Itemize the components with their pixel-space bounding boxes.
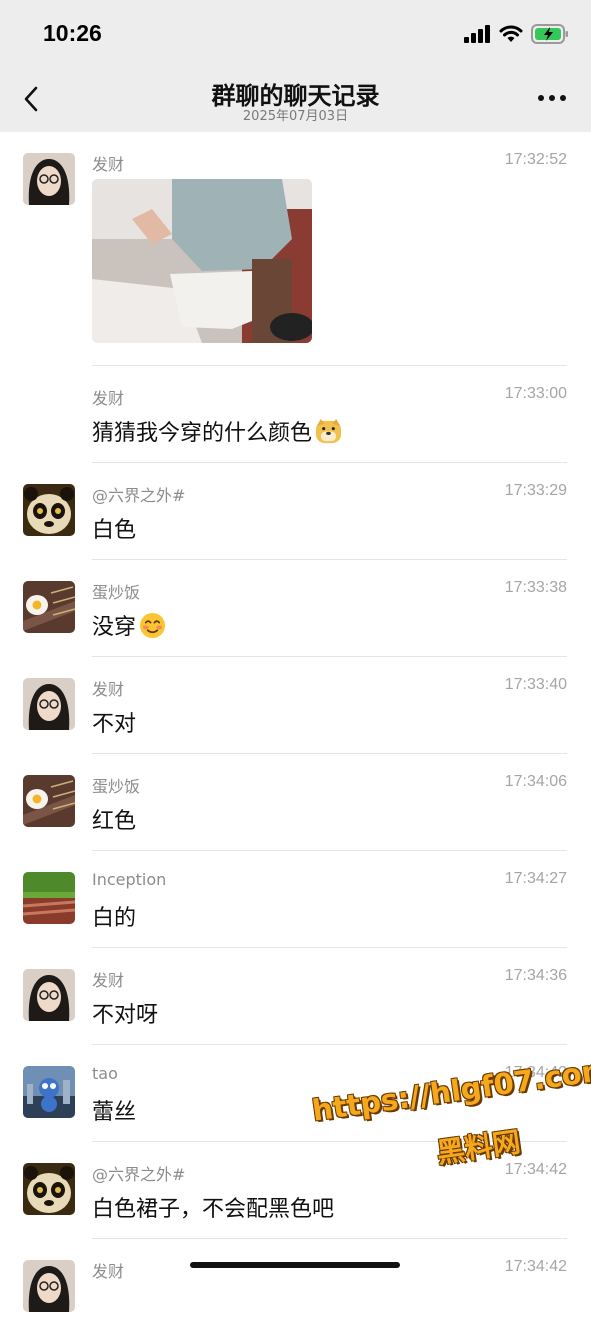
sender-name: @六界之外# — [92, 486, 186, 505]
avatar[interactable] — [23, 1260, 75, 1312]
battery-charging-icon — [531, 24, 568, 44]
avatar[interactable] — [23, 872, 75, 924]
sender-name: 蛋炒饭 — [92, 777, 141, 796]
status-time: 10:26 — [43, 20, 102, 46]
list-item[interactable]: Inception 17:34:27 白的 — [0, 851, 591, 948]
page-subtitle-date: 2025年07月03日 — [242, 109, 349, 124]
sender-name: 发财 — [92, 1262, 125, 1281]
message-time: 17:32:52 — [504, 151, 567, 168]
avatar[interactable] — [23, 1163, 75, 1215]
list-item[interactable]: 发财 17:33:40 不对 — [0, 657, 591, 754]
sender-name: 蛋炒饭 — [92, 583, 141, 602]
list-item[interactable]: 蛋炒饭 17:34:06 红色 — [0, 754, 591, 851]
message-time: 17:34:42 — [504, 1258, 567, 1275]
avatar[interactable] — [23, 581, 75, 633]
signal-icon — [464, 25, 490, 43]
message-text: 白色 — [92, 518, 137, 543]
sender-name: 发财 — [92, 389, 125, 408]
avatar[interactable] — [23, 153, 75, 205]
list-item[interactable]: 发财 17:34:36 不对呀 — [0, 948, 591, 1045]
message-time: 17:33:00 — [504, 385, 567, 402]
sender-name: 发财 — [92, 971, 125, 990]
message-time: 17:34:06 — [504, 773, 567, 790]
avatar[interactable] — [23, 969, 75, 1021]
message-text: 没穿 — [92, 615, 137, 640]
message-time: 17:33:29 — [504, 482, 567, 499]
avatar[interactable] — [23, 1066, 75, 1118]
avatar[interactable] — [23, 775, 75, 827]
sender-name: 发财 — [92, 155, 125, 174]
shared-photo[interactable] — [92, 179, 312, 343]
status-icons — [464, 24, 569, 44]
wifi-icon — [499, 25, 523, 42]
list-item[interactable]: 蛋炒饭 17:33:38 没穿 — [0, 560, 591, 657]
message-time: 17:33:38 — [504, 579, 567, 596]
message-time: 17:33:40 — [504, 676, 567, 693]
message-time: 17:34:42 — [504, 1161, 567, 1178]
list-item[interactable]: @六界之外# 17:33:29 白色 — [0, 463, 591, 560]
home-indicator[interactable] — [190, 1262, 400, 1268]
list-item[interactable]: 发财 17:33:00 猜猜我今穿的什么颜色 — [0, 366, 591, 463]
sender-name: 发财 — [92, 680, 125, 699]
message-text: 不对呀 — [92, 1003, 159, 1028]
message-text-row: 没穿 — [92, 609, 166, 641]
message-text: 猜猜我今穿的什么颜色 — [92, 421, 313, 446]
avatar[interactable] — [23, 678, 75, 730]
avatar[interactable] — [23, 484, 75, 536]
message-time: 17:34:36 — [504, 967, 567, 984]
message-text: 白色裙子，不会配黑色吧 — [92, 1197, 335, 1222]
list-item[interactable]: 发财 17:34:42 — [0, 1239, 591, 1336]
nav-bar: 群聊的聊天记录 2025年07月03日 — [0, 62, 591, 132]
sender-name: @六界之外# — [92, 1165, 186, 1184]
status-bar: 10:26 — [0, 0, 591, 62]
more-icon[interactable] — [537, 94, 567, 102]
message-text-row: 猜猜我今穿的什么颜色 — [92, 415, 342, 447]
message-text: 红色 — [92, 809, 137, 834]
list-item[interactable]: 发财 17:32:52 — [0, 132, 591, 366]
blush-emoji-icon — [139, 612, 166, 638]
message-text: 不对 — [92, 712, 137, 737]
doge-emoji-icon — [315, 418, 342, 443]
message-text: 蕾丝 — [92, 1100, 137, 1125]
sender-name: Inception — [92, 870, 167, 889]
sender-name: tao — [92, 1064, 118, 1083]
message-text: 白的 — [92, 906, 137, 931]
message-time: 17:34:27 — [504, 870, 567, 887]
